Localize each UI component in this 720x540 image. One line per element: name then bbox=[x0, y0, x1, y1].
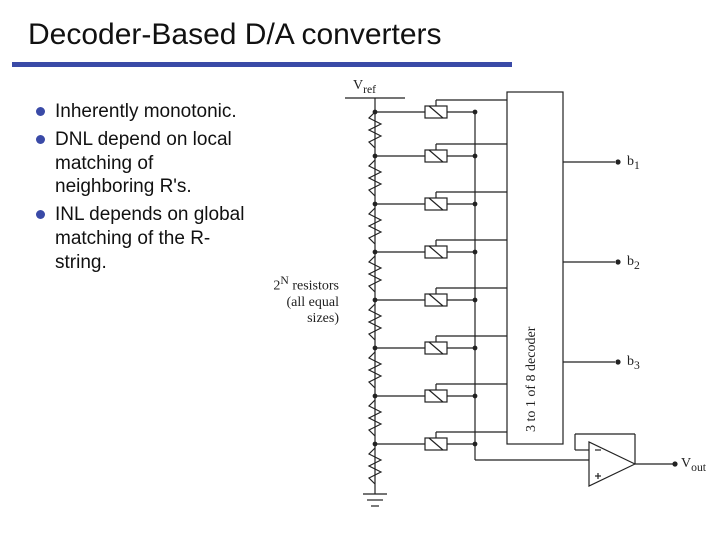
b3-label: b3 bbox=[627, 354, 640, 372]
bullet-text: INL depends on global matching of the R-… bbox=[55, 203, 246, 274]
bullet-text: DNL depend on local matching of neighbor… bbox=[55, 128, 246, 199]
list-item: DNL depend on local matching of neighbor… bbox=[36, 128, 246, 199]
list-item: Inherently monotonic. bbox=[36, 100, 246, 124]
bullet-icon bbox=[36, 107, 45, 116]
b1-label: b1 bbox=[627, 154, 640, 172]
bullet-text: Inherently monotonic. bbox=[55, 100, 237, 124]
slide-title: Decoder-Based D/A converters bbox=[28, 18, 442, 52]
bullet-list: Inherently monotonic. DNL depend on loca… bbox=[36, 100, 246, 278]
b2-label: b2 bbox=[627, 254, 640, 272]
title-underline bbox=[12, 62, 512, 67]
decoder-label: 3 to 1 of 8 decoder bbox=[524, 102, 540, 432]
list-item: INL depends on global matching of the R-… bbox=[36, 203, 246, 274]
circuit-diagram: Vref 2N resistors (all equal sizes) 3 to… bbox=[275, 82, 715, 522]
bullet-icon bbox=[36, 210, 45, 219]
resistor-note: 2N resistors (all equal sizes) bbox=[265, 274, 339, 327]
vout-label: Vout bbox=[681, 456, 706, 474]
bullet-icon bbox=[36, 135, 45, 144]
vref-label: Vref bbox=[353, 78, 376, 96]
